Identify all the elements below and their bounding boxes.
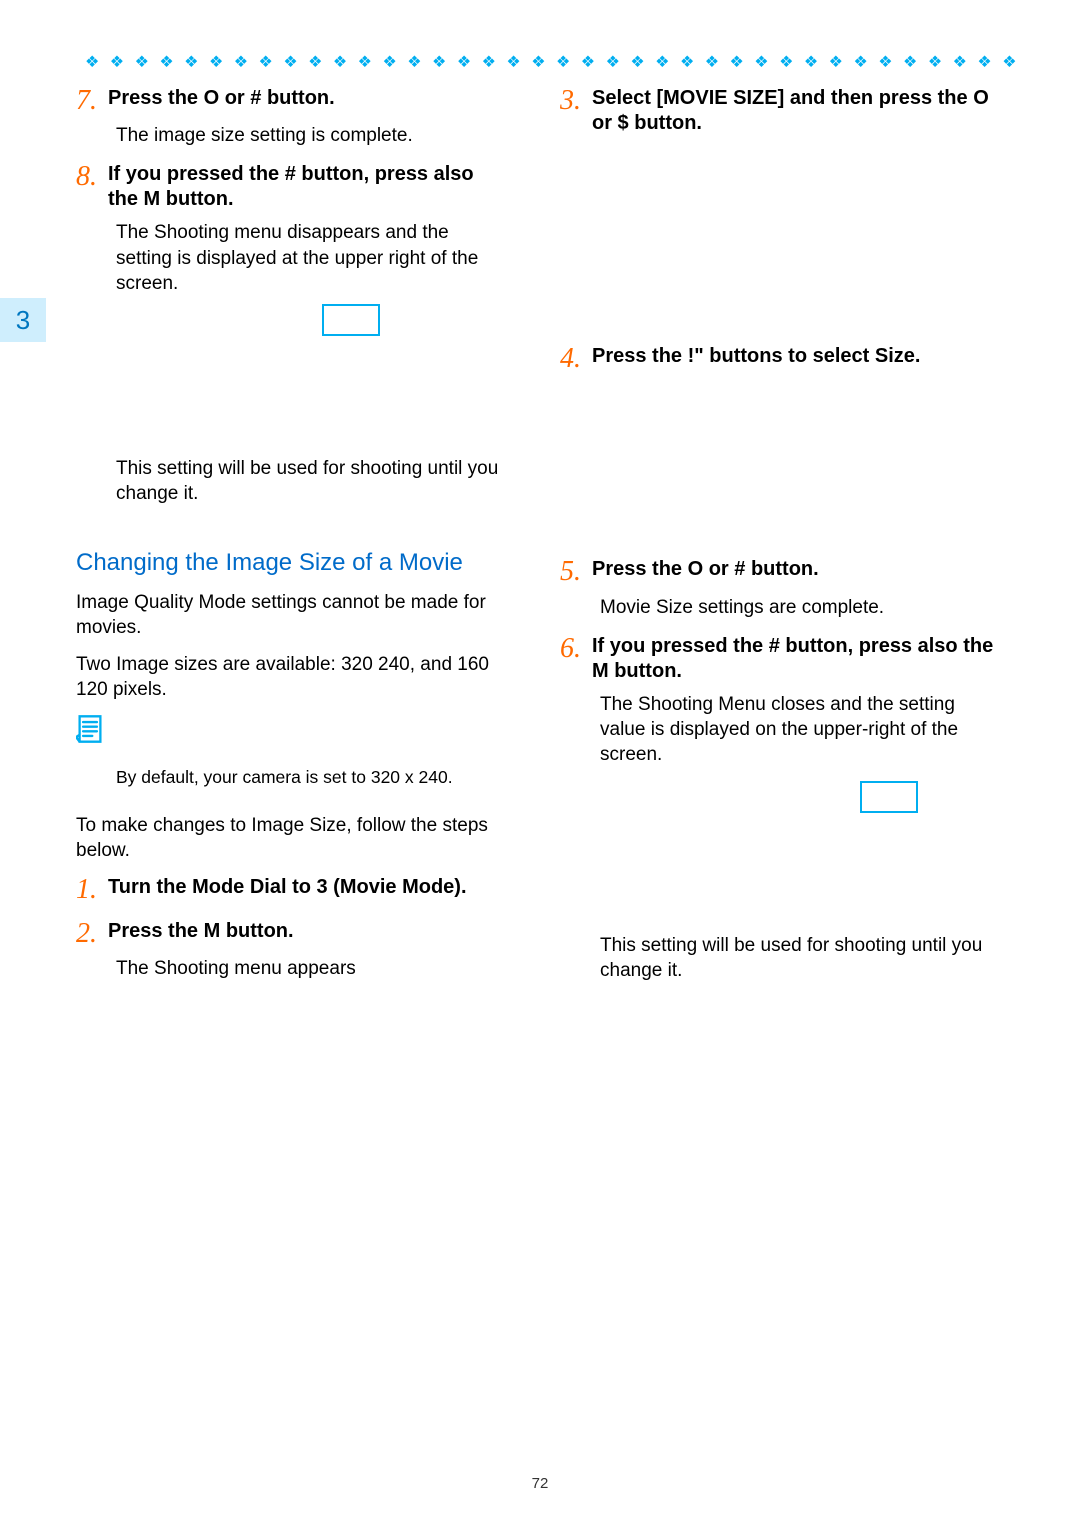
screen-thumbnail [322,304,380,336]
step-heading: Select [MOVIE SIZE] and then press the O… [592,86,994,136]
step-heading: Press the O or # button. [108,86,335,115]
step-8: 8. If you pressed the # button, press al… [76,162,506,212]
step-body: The Shooting Menu closes and the setting… [600,692,994,767]
step-6: 6. If you pressed the # button, press al… [560,634,994,684]
top-divider: ❖ ❖ ❖ ❖ ❖ ❖ ❖ ❖ ❖ ❖ ❖ ❖ ❖ ❖ ❖ ❖ ❖ ❖ ❖ ❖ … [85,52,1020,70]
step-heading: Press the M button. [108,919,294,948]
section-heading: Changing the Image Size of a Movie [76,548,506,578]
content-columns: 7. Press the O or # button. The image si… [76,86,1020,1448]
step-heading: Press the !" buttons to select Size. [592,344,920,373]
note-text: By default, your camera is set to 320 x … [116,766,506,789]
screen-thumbnail [860,781,918,813]
step-5: 5. Press the O or # button. [560,557,994,586]
paragraph: Two Image sizes are available: 320 240, … [76,652,506,702]
step-number: 4. [560,344,592,373]
step-heading: Press the O or # button. [592,557,819,586]
right-column: 3. Select [MOVIE SIZE] and then press th… [560,86,994,1448]
persist-note: This setting will be used for shooting u… [600,933,994,983]
step-number: 3. [560,86,592,136]
step-4: 4. Press the !" buttons to select Size. [560,344,994,373]
manual-page: ❖ ❖ ❖ ❖ ❖ ❖ ❖ ❖ ❖ ❖ ❖ ❖ ❖ ❖ ❖ ❖ ❖ ❖ ❖ ❖ … [0,0,1080,1528]
step-2: 2. Press the M button. [76,919,506,948]
paragraph: Image Quality Mode settings cannot be ma… [76,590,506,640]
step-number: 5. [560,557,592,586]
note-icon [76,714,104,744]
note-block [76,714,506,744]
step-number: 6. [560,634,592,684]
step-number: 2. [76,919,108,948]
paragraph: To make changes to Image Size, follow th… [76,813,506,863]
step-body: The Shooting menu appears [116,956,506,981]
step-body: The image size setting is complete. [116,123,506,148]
left-column: 7. Press the O or # button. The image si… [76,86,506,1448]
page-number: 72 [0,1475,1080,1492]
step-heading: If you pressed the # button, press also … [592,634,994,684]
step-number: 8. [76,162,108,212]
step-body: The Shooting menu disappears and the set… [116,220,506,295]
step-heading: If you pressed the # button, press also … [108,162,506,212]
persist-note: This setting will be used for shooting u… [116,456,506,506]
step-7: 7. Press the O or # button. [76,86,506,115]
step-1: 1. Turn the Mode Dial to 3 (Movie Mode). [76,875,506,904]
step-3: 3. Select [MOVIE SIZE] and then press th… [560,86,994,136]
side-tab: 3 [0,298,46,342]
step-body: Movie Size settings are complete. [600,595,994,620]
step-number: 1. [76,875,108,904]
step-number: 7. [76,86,108,115]
step-heading: Turn the Mode Dial to 3 (Movie Mode). [108,875,467,904]
